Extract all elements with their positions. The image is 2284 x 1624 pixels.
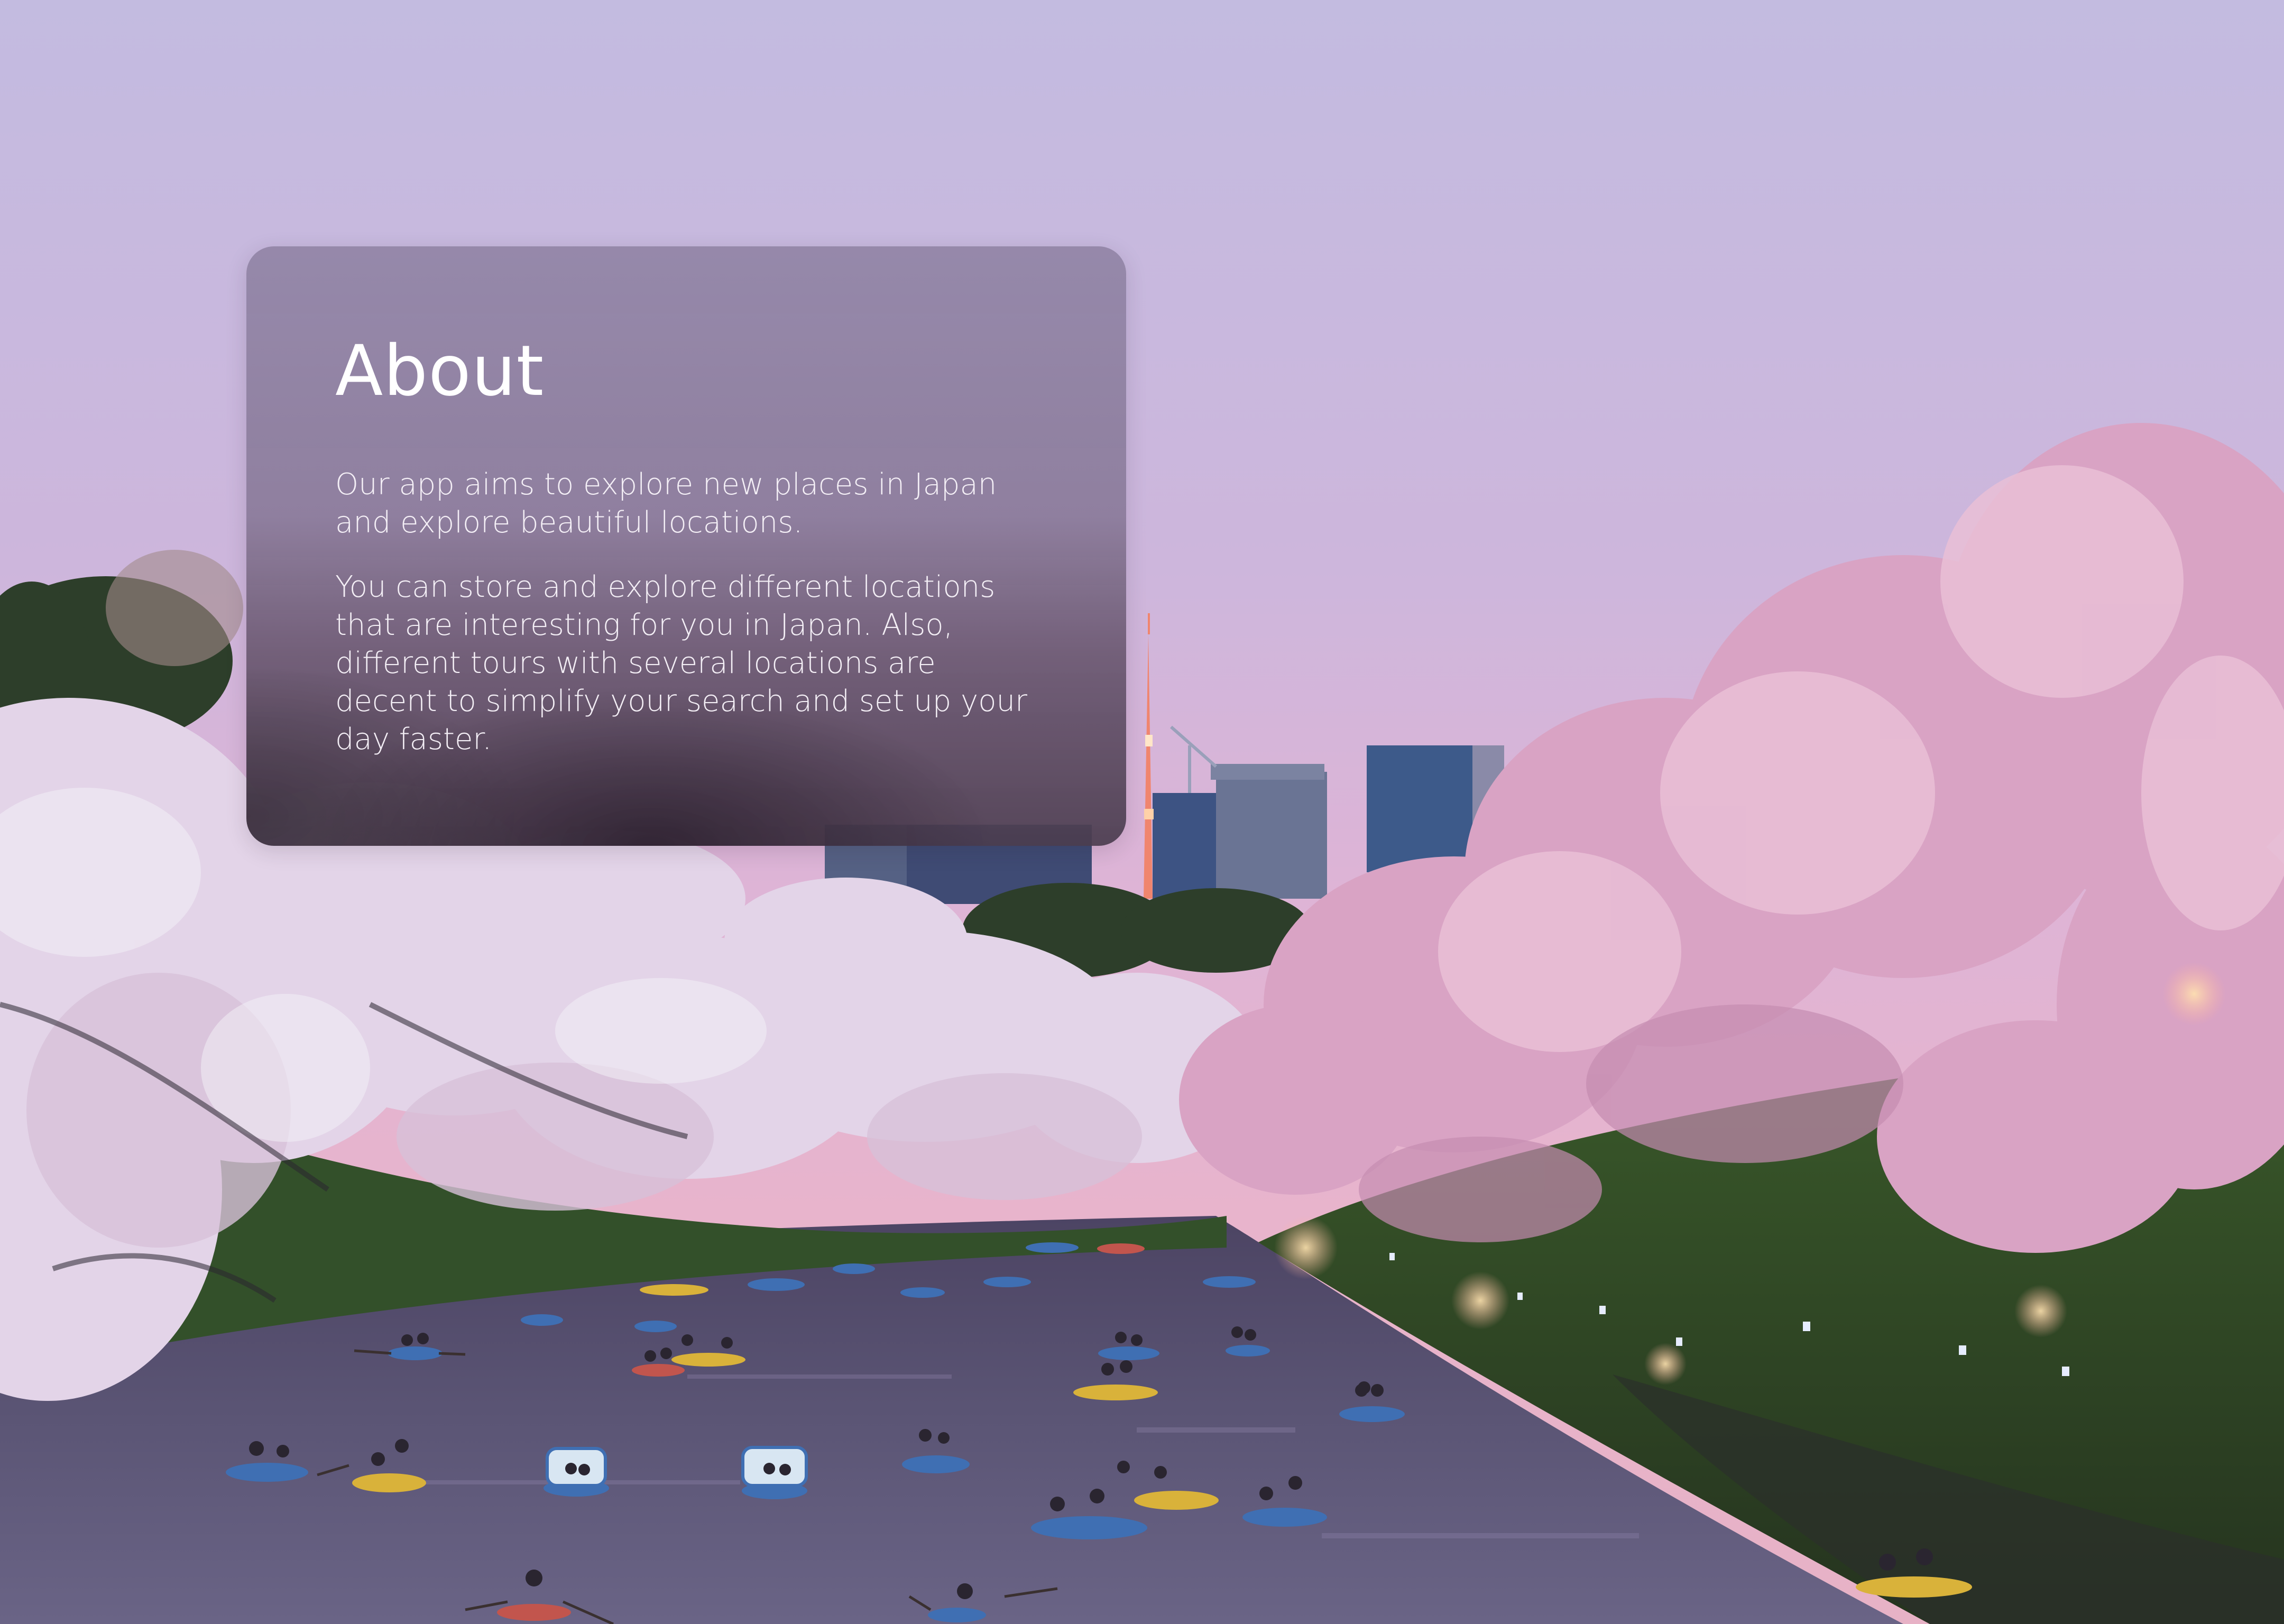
about-card: About Our app aims to explore new places… xyxy=(246,246,1126,846)
about-description: Our app aims to explore new places in Ja… xyxy=(335,466,1044,785)
about-paragraph-details: You can store and explore different loca… xyxy=(335,570,1027,756)
about-title: About xyxy=(335,330,545,412)
about-paragraph-intro: Our app aims to explore new places in Ja… xyxy=(335,467,997,540)
